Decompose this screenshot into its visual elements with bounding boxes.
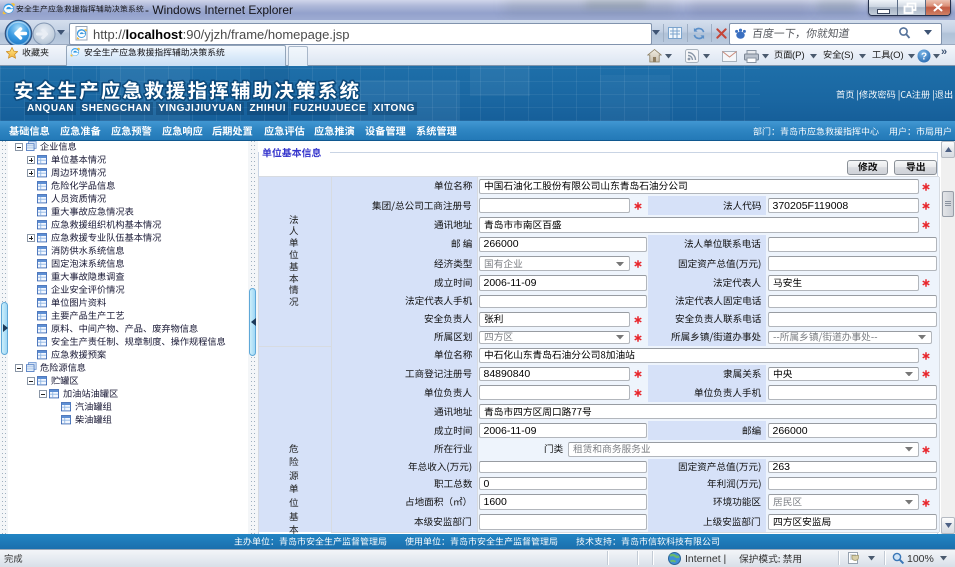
svg-text:?: ?	[921, 52, 927, 63]
